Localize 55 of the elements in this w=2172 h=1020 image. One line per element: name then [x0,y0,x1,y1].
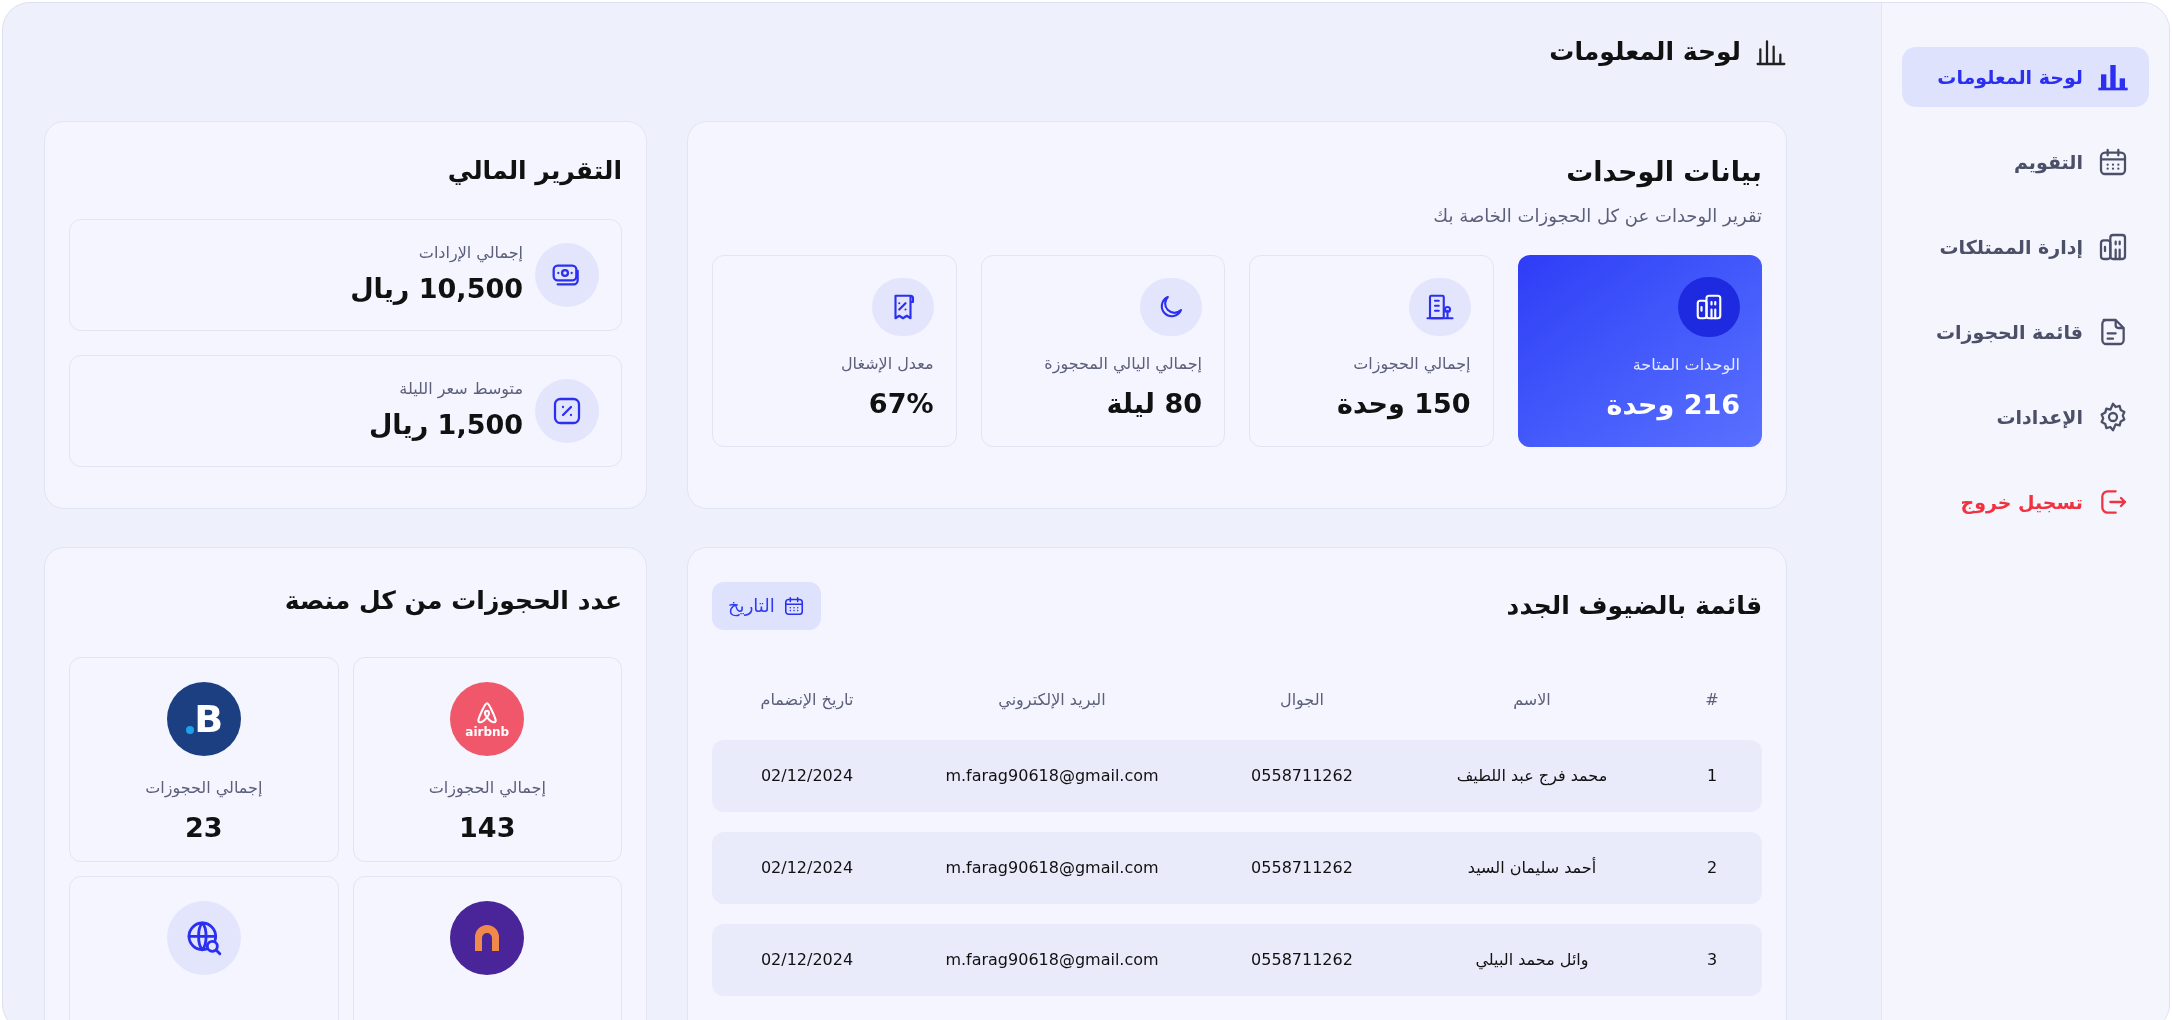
card-title: عدد الحجوزات من كل منصة [283,584,622,618]
platform-value: 143 [459,811,516,845]
card-subtitle: تقرير الوحدات عن كل الحجوزات الخاصة بك [1432,204,1762,229]
percent-icon [551,395,583,427]
table-cell-text: m.farag90618@gmail.com [945,764,1159,787]
table-cell-text: 02/12/2024 [760,948,854,971]
stat-label: إجمالي الحجوزات [1353,352,1471,376]
stat-label: الوحدات المتاحة [1632,353,1740,377]
platform-logo: B [166,682,241,756]
nav-item[interactable]: لوحة المعلومات [1902,47,2149,107]
table-cell-text: 2 [1706,856,1718,879]
table-cell-text: m.farag90618@gmail.com [945,948,1159,971]
platform-label: إجمالي الحجوزات [428,777,546,800]
finance-value: 10,500 ريال [350,271,523,307]
card-title: قائمة بالضيوف الجدد [1506,589,1762,622]
table-cell-text: محمد فرج عبد اللطيف [1456,764,1608,788]
column-header: الاسم [1513,688,1551,711]
finance-label: إجمالي الإرادات [417,241,523,265]
buildings-icon [2097,231,2129,263]
finance-value: 1,500 ريال [368,407,523,443]
table-cell-text: أحمد سليمان السيد [1467,856,1597,879]
column-header: تاريخ الإنضمام [760,688,854,712]
logout-link[interactable]: تسجيل خروج [1902,472,2149,532]
page-title: لوحة المعلومات [1549,36,1741,68]
table-cell-text: 02/12/2024 [760,764,854,787]
stat-value: 67% [868,386,934,421]
calendar-icon [2097,146,2129,178]
platform-value: 23 [184,811,223,845]
stat-value: 150 وحدة [1336,386,1471,422]
table-cell-text: 0558711262 [1251,948,1353,971]
nav-item[interactable]: إدارة الممتلكات [1902,217,2149,277]
table-cell-text: 3 [1706,948,1718,971]
column-header: الجوال [1280,688,1324,711]
stat-value: 216 وحدة [1606,387,1740,423]
table-cell-text: 0558711262 [1251,764,1353,787]
nav-item[interactable]: الإعدادات [1902,387,2149,447]
stat-label: إجمالي اليالي المحجوزة [1044,352,1202,376]
table-cell-text: 02/12/2024 [760,856,854,879]
table-cell-text: 0558711262 [1251,856,1353,879]
stat-label: معدل الإشغال [840,352,934,375]
platform-label: إجمالي الحجوزات [145,777,263,800]
nav-item[interactable]: قائمة الحجوزات [1902,302,2149,362]
date-button[interactable]: التاريخ [712,581,821,630]
table-cell-text: m.farag90618@gmail.com [945,856,1159,879]
stat-value: 80 ليلة [1106,386,1202,421]
finance-label: متوسط سعر الليلة [398,377,523,401]
card-title: التقرير المالي [446,154,622,188]
calendar-icon [782,594,805,617]
card-title: بيانات الوحدات [1565,154,1762,190]
column-header: # [1705,688,1719,711]
table-cell-text: وائل محمد البيلي [1475,948,1589,972]
column-header: البريد الإلكتروني [998,688,1106,712]
platform-logo: airbnb [450,682,525,756]
table-cell-text: 1 [1706,764,1718,787]
nav-item[interactable]: التقويم [1902,132,2149,192]
